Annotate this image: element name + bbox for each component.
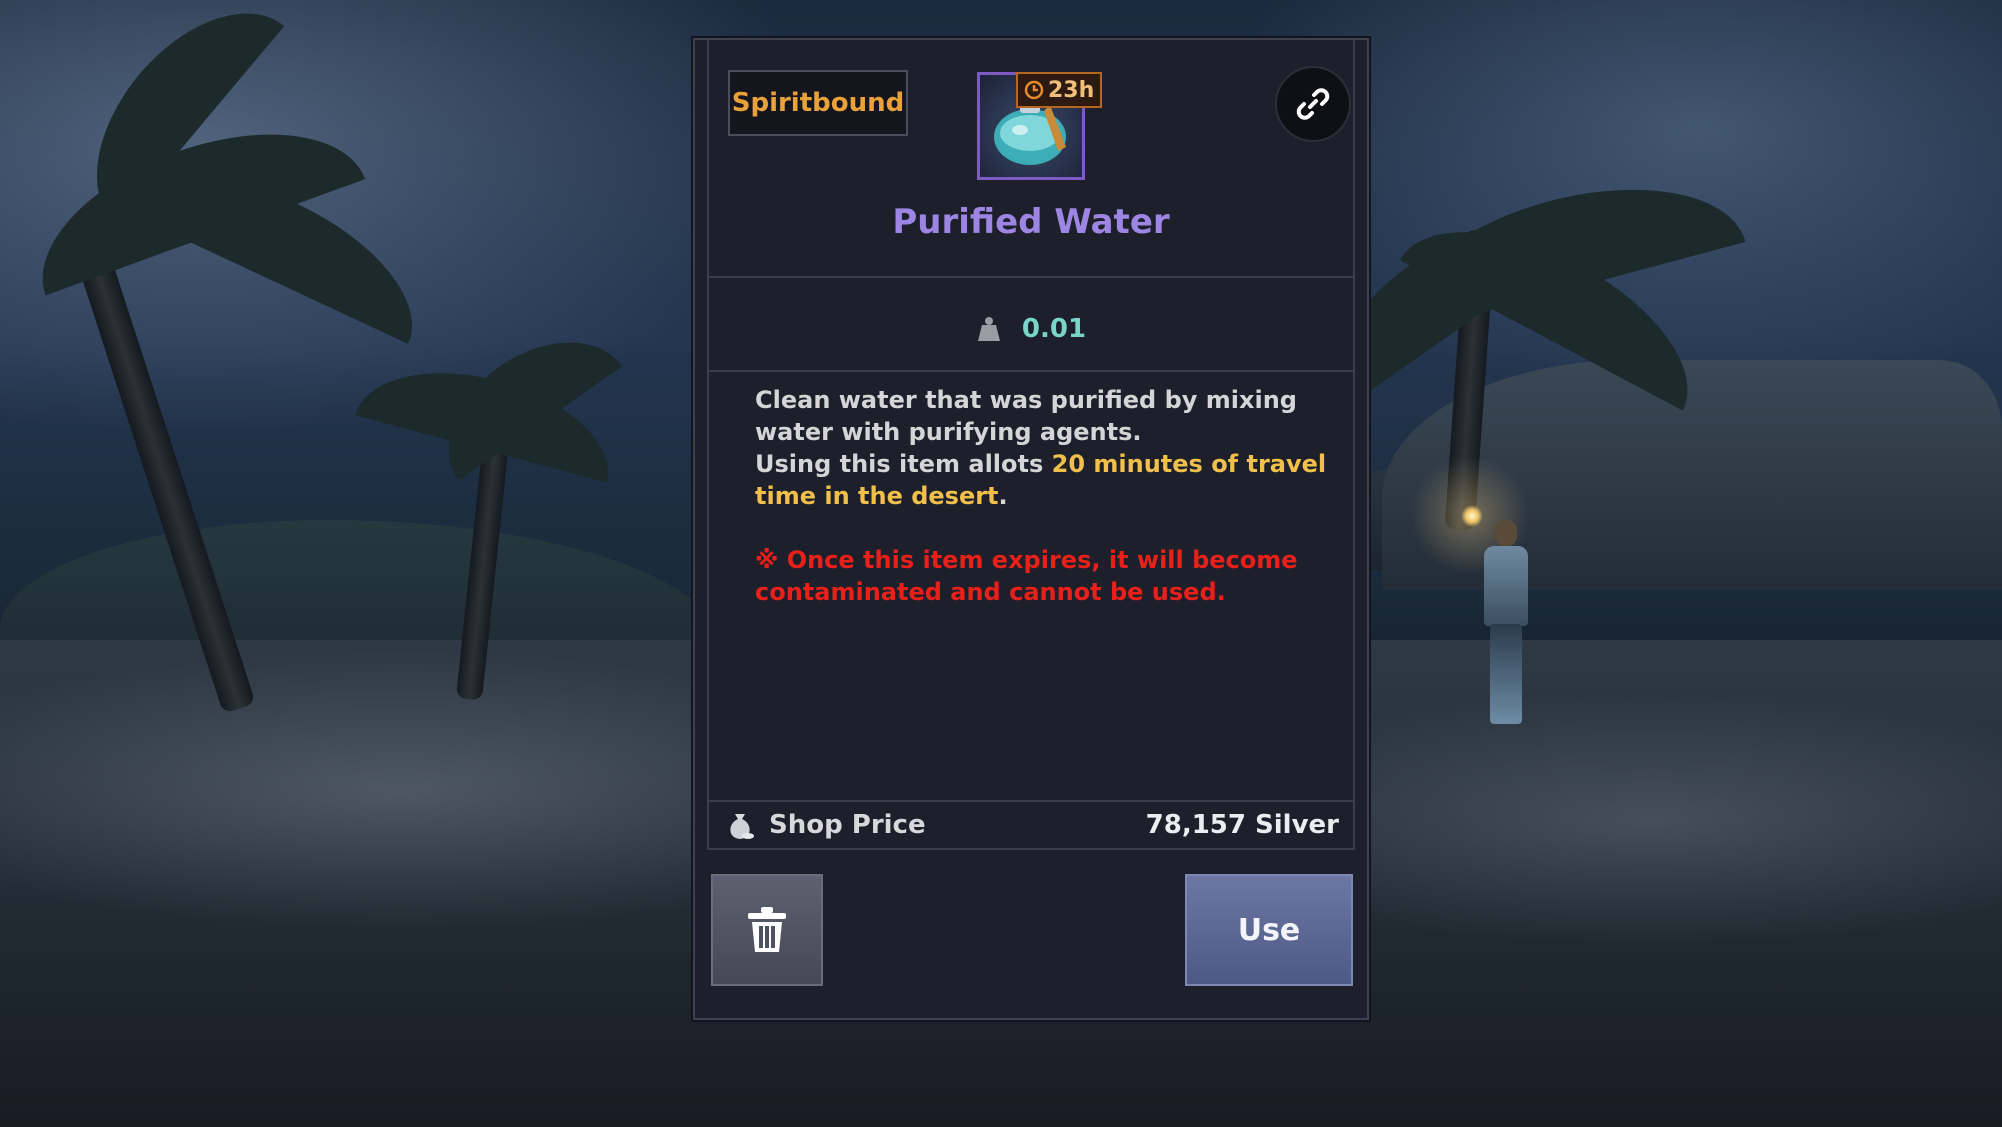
usage-prefix: Using this item allots [755, 450, 1052, 478]
weight-value: 0.01 [1021, 314, 1087, 344]
discard-item-button[interactable] [711, 874, 823, 986]
link-item-button[interactable] [1275, 66, 1351, 142]
use-button[interactable]: Use [1185, 874, 1353, 986]
bound-status-badge: Spiritbound [728, 70, 908, 136]
shop-price-label: Shop Price [769, 810, 926, 840]
weight-icon [977, 317, 1000, 341]
character-body [1484, 546, 1528, 626]
character-head [1495, 520, 1517, 546]
player-character [1480, 520, 1530, 730]
usage-suffix: . [998, 482, 1008, 510]
description-usage: Using this item allots 20 minutes of tra… [755, 448, 1335, 512]
divider [707, 276, 1355, 278]
timer-text: 23h [1048, 77, 1095, 103]
silver-bag-icon [730, 814, 754, 839]
clock-icon [1024, 80, 1044, 100]
character-legs [1490, 624, 1522, 724]
link-icon [1296, 88, 1330, 120]
item-name: Purified Water [892, 202, 1170, 242]
divider [707, 370, 1355, 372]
description-text: Clean water that was purified by mixing … [755, 386, 1297, 446]
water-flask-icon[interactable]: 23h [977, 72, 1103, 180]
torch-flame [1462, 505, 1482, 527]
expiry-timer-badge: 23h [1016, 72, 1103, 108]
item-description: Clean water that was purified by mixing … [755, 384, 1335, 608]
shop-price-row: Shop Price 78,157 Silver [707, 800, 1355, 850]
expiry-warning: ※ Once this item expires, it will become… [755, 546, 1298, 606]
item-tooltip-panel: Spiritbound 23h Purified Water 0.01 Clea… [693, 38, 1369, 1020]
shop-price-value: 78,157 Silver [1145, 810, 1339, 840]
weight-row: 0.01 [695, 298, 1367, 360]
trash-icon [748, 907, 786, 952]
